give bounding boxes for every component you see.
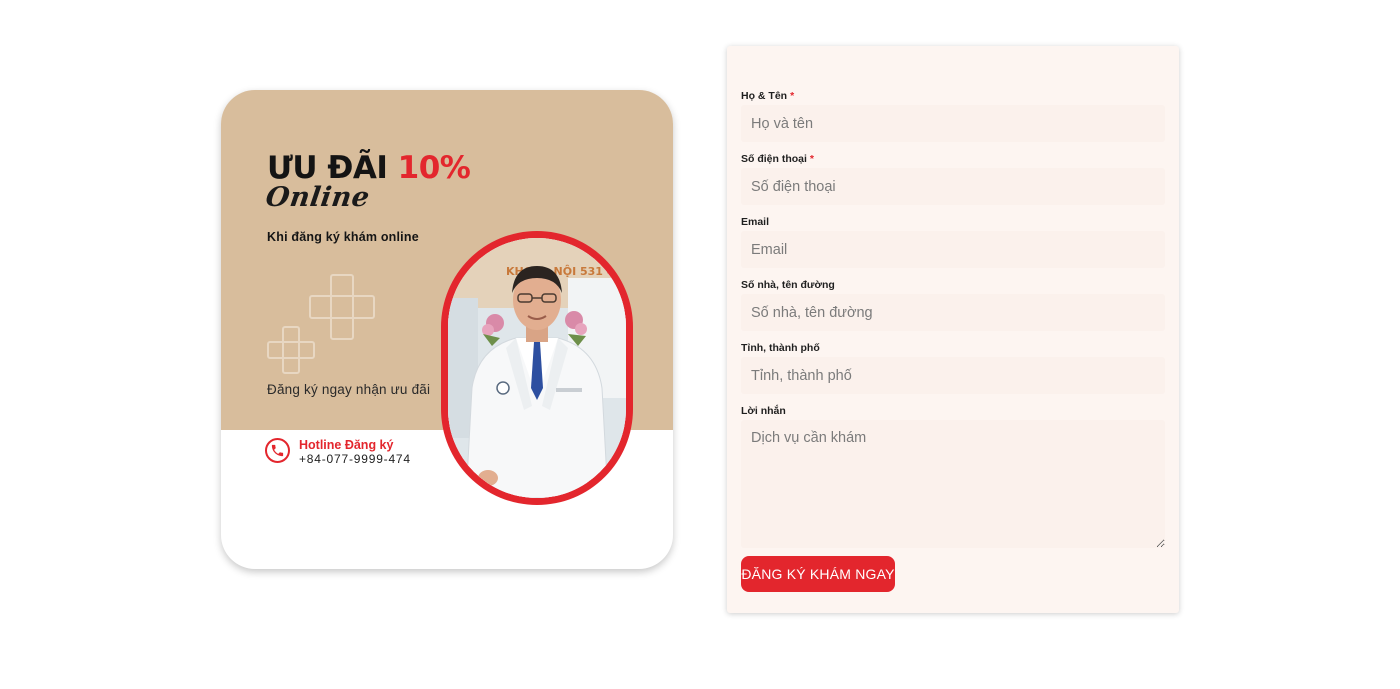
city-label: Tỉnh, thành phố [741, 342, 820, 354]
required-marker: * [790, 90, 795, 102]
promo-title: ƯU ĐÃI 10% [267, 150, 471, 186]
promo-subtitle: Khi đăng ký khám online [267, 230, 419, 244]
promo-title-main: ƯU ĐÃI [267, 150, 388, 186]
required-marker: * [809, 153, 815, 165]
medical-cross-icon [267, 326, 315, 374]
submit-button[interactable]: ĐĂNG KÝ KHÁM NGAY [741, 556, 895, 592]
hotline-label: Hotline Đăng ký [299, 438, 394, 452]
phone-input[interactable] [741, 168, 1165, 205]
email-input[interactable] [741, 231, 1165, 268]
registration-form: Họ & Tên* Số điện thoại* Email Số nhà, t… [727, 46, 1179, 613]
hotline-number[interactable]: +84-077-9999-474 [299, 452, 411, 466]
city-input[interactable] [741, 357, 1165, 394]
address-input[interactable] [741, 294, 1165, 331]
name-input[interactable] [741, 105, 1165, 142]
address-label: Số nhà, tên đường [741, 279, 835, 291]
message-textarea[interactable] [741, 420, 1165, 548]
doctor-photo-frame: KHOA - NỘI 531 474 [441, 231, 633, 505]
promo-title-percent: 10% [397, 150, 471, 186]
email-label: Email [741, 216, 770, 228]
doctor-photo: KHOA - NỘI 531 474 [448, 238, 626, 498]
name-label: Họ & Tên * [741, 90, 795, 102]
medical-cross-icon [309, 274, 375, 340]
promo-script-text: Online [263, 182, 372, 213]
promo-cta-text: Đăng ký ngay nhận ưu đãi [267, 382, 431, 397]
phone-icon [265, 438, 290, 463]
phone-label: Số điện thoại * [741, 153, 815, 165]
message-label: Lời nhắn [741, 405, 786, 417]
promo-card: ƯU ĐÃI 10% Online Khi đăng ký khám onlin… [221, 90, 673, 569]
